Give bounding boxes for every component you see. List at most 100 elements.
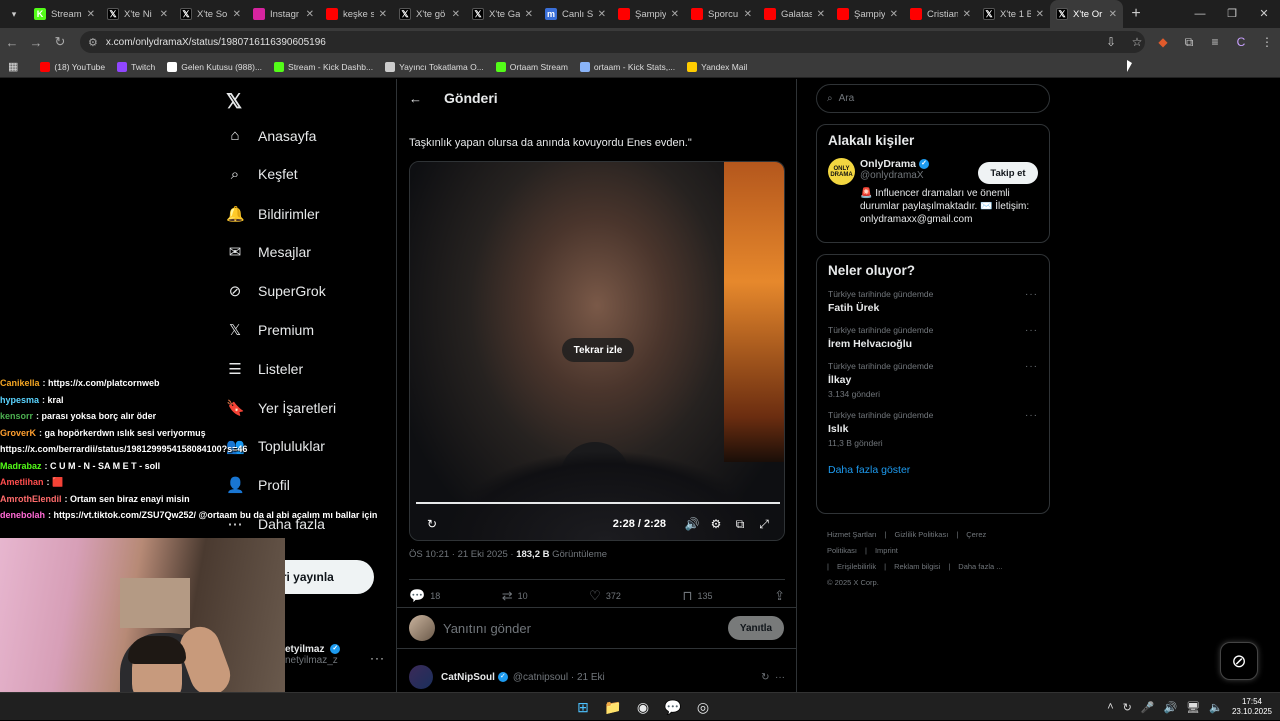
forward-button[interactable]: → (24, 35, 48, 50)
new-tab-button[interactable]: + (1123, 5, 1149, 23)
reply-post[interactable]: CatNipSoul ✓ @catnipsoul · 21 Eki ↻ ··· (409, 665, 785, 689)
person-name[interactable]: OnlyDrama (860, 158, 916, 170)
speaker-icon[interactable]: 🔊 (1164, 701, 1178, 714)
trend-item[interactable]: Türkiye tarihinde gündemde Islık 11,3 B gö… (817, 410, 1049, 448)
sidebar-item-notifications[interactable]: 🔔 Bildirimler (226, 205, 319, 223)
microphone-icon[interactable]: 🎤 (1141, 701, 1155, 714)
bookmark-0[interactable]: (18) YouTube (40, 61, 105, 72)
tab-3[interactable]: Instagr ✕ (247, 0, 320, 28)
close-tab-icon[interactable]: ✕ (963, 9, 971, 20)
sidebar-item-messages[interactable]: ✉ Mesajlar (226, 243, 311, 261)
tab-6[interactable]: 𝕏 X'te Ga ✕ (466, 0, 539, 28)
person-avatar[interactable]: ONLY DRAMA (828, 158, 855, 185)
close-tab-icon[interactable]: ✕ (525, 9, 533, 20)
footer-link[interactable]: © 2025 X Corp. (827, 578, 879, 587)
grok-button[interactable]: ⊘ (1220, 642, 1258, 680)
trend-item[interactable]: Türkiye tarihinde gündemde İrem Helvacıoğ… (817, 325, 1049, 350)
tab-14[interactable]: 𝕏 X'te Or ✕ (1050, 0, 1123, 28)
footer-link[interactable]: Imprint (875, 546, 898, 555)
more-options-icon[interactable]: ··· (1025, 325, 1038, 336)
follow-button[interactable]: Takip et (978, 162, 1038, 184)
close-window-button[interactable]: ✕ (1248, 0, 1280, 28)
close-tab-icon[interactable]: ✕ (1109, 9, 1117, 20)
reply-input[interactable]: Yanıtını gönder (443, 621, 531, 636)
clock[interactable]: 17:54 23.10.2025 (1232, 697, 1272, 717)
tab-4[interactable]: keşke s ✕ (320, 0, 393, 28)
discord-icon[interactable]: 💬 (660, 694, 686, 720)
media-control-icon[interactable]: ≡ (1202, 35, 1228, 49)
settings-gear-icon[interactable]: ⚙ (704, 517, 728, 531)
volume-icon[interactable]: 🔊 (680, 517, 704, 531)
footer-link[interactable]: Daha fazla ... (958, 562, 1002, 571)
tab-13[interactable]: 𝕏 X'te 1 B ✕ (977, 0, 1050, 28)
tab-12[interactable]: Cristian ✕ (904, 0, 977, 28)
show-more-link[interactable]: Daha fazla göster (828, 464, 1049, 476)
share-action[interactable]: ⇪ (774, 588, 785, 604)
close-tab-icon[interactable]: ✕ (379, 9, 387, 20)
footer-link[interactable]: Reklam bilgisi (894, 562, 940, 571)
site-info-icon[interactable]: ⚙ (88, 36, 98, 49)
x-logo-icon[interactable]: 𝕏 (226, 89, 242, 114)
back-button[interactable]: ← (0, 35, 24, 50)
close-tab-icon[interactable]: ✕ (744, 9, 752, 20)
close-tab-icon[interactable]: ✕ (160, 9, 168, 20)
close-tab-icon[interactable]: ✕ (671, 9, 679, 20)
tray-chevron-icon[interactable]: ˄ (1107, 701, 1113, 713)
more-options-icon[interactable]: ··· (1025, 410, 1038, 421)
close-tab-icon[interactable]: ✕ (817, 9, 825, 20)
bookmark-6[interactable]: ortaam - Kick Stats,... (579, 61, 675, 72)
sidebar-item-premium[interactable]: 𝕏 Premium (226, 321, 314, 339)
tab-7[interactable]: m Canlı S ✕ (539, 0, 612, 28)
tab-2[interactable]: 𝕏 X'te So ✕ (174, 0, 247, 28)
tab-search-button[interactable]: ▾ (0, 0, 28, 28)
app-icon[interactable]: ◎ (690, 694, 716, 720)
sidebar-item-supergrok[interactable]: ⊘ SuperGrok (226, 282, 326, 300)
close-tab-icon[interactable]: ✕ (1036, 9, 1044, 20)
close-tab-icon[interactable]: ✕ (598, 9, 606, 20)
close-tab-icon[interactable]: ✕ (233, 9, 241, 20)
extensions-puzzle-icon[interactable]: ⧉ (1176, 35, 1202, 50)
pip-icon[interactable]: ⧉ (728, 517, 752, 532)
bookmark-5[interactable]: Ortaam Stream (495, 61, 568, 72)
minimize-button[interactable]: — (1184, 0, 1216, 28)
back-arrow-icon[interactable]: ← (409, 91, 422, 106)
replay-icon[interactable]: ↻ (420, 517, 444, 531)
reply-author-name[interactable]: CatNipSoul (441, 672, 495, 683)
tab-0[interactable]: K Stream ✕ (28, 0, 101, 28)
fullscreen-icon[interactable]: ⤢ (752, 517, 776, 532)
browser-menu-icon[interactable]: ⋮ (1254, 35, 1280, 49)
more-options-icon[interactable]: ··· (1025, 361, 1038, 372)
like-action[interactable]: ♡ 372 (589, 588, 621, 604)
tab-5[interactable]: 𝕏 X'te gö ✕ (393, 0, 466, 28)
bookmark-3[interactable]: Stream - Kick Dashb... (274, 61, 373, 72)
reload-button[interactable]: ↻ (48, 34, 72, 50)
profile-avatar-icon[interactable]: C (1228, 35, 1254, 49)
tab-10[interactable]: Galatas ✕ (758, 0, 831, 28)
url-field[interactable]: ⚙ x.com/onlydramaX/status/19807161163906… (80, 31, 1145, 53)
account-menu-icon[interactable]: ··· (370, 651, 385, 665)
bookmark-1[interactable]: Twitch (117, 61, 155, 72)
bookmark-7[interactable]: Yandex Mail (687, 61, 747, 72)
chrome-icon[interactable]: ◉ (630, 694, 656, 720)
volume-tray-icon[interactable]: 🔈 (1209, 701, 1223, 714)
footer-link[interactable]: Erişilebilirlik (837, 562, 876, 571)
tab-8[interactable]: Şampiy ✕ (612, 0, 685, 28)
network-icon[interactable]: 🖥 (1186, 701, 1200, 714)
bookmark-action[interactable]: ⊓ 135 (682, 588, 712, 604)
tray-app-icon[interactable]: ↻ (1123, 701, 1132, 714)
close-tab-icon[interactable]: ✕ (87, 9, 95, 20)
trend-item[interactable]: Türkiye tarihinde gündemde İlkay 3.134 gön… (817, 361, 1049, 399)
video-progress-bar[interactable] (416, 502, 780, 504)
post-timestamp[interactable]: ÖS 10:21 · 21 Eki 2025 · (409, 549, 516, 560)
extension-icon[interactable]: ◆ (1150, 35, 1176, 49)
tab-11[interactable]: Şampiy ✕ (831, 0, 904, 28)
tab-1[interactable]: 𝕏 X'te Ni ✕ (101, 0, 174, 28)
footer-link[interactable]: Hizmet Şartları (827, 530, 877, 539)
more-options-icon[interactable]: ↻ ··· (761, 672, 785, 683)
close-tab-icon[interactable]: ✕ (890, 9, 898, 20)
install-app-icon[interactable]: ⇩ (1098, 35, 1124, 49)
related-person[interactable]: ONLY DRAMA OnlyDrama ✓ @onlydramaX Takip … (817, 148, 1049, 236)
bookmark-2[interactable]: Gelen Kutusu (988)... (167, 61, 262, 72)
sidebar-item-home[interactable]: ⌂ Anasayfa (226, 127, 316, 144)
sidebar-item-explore[interactable]: ⌕ Keşfet (226, 166, 298, 183)
